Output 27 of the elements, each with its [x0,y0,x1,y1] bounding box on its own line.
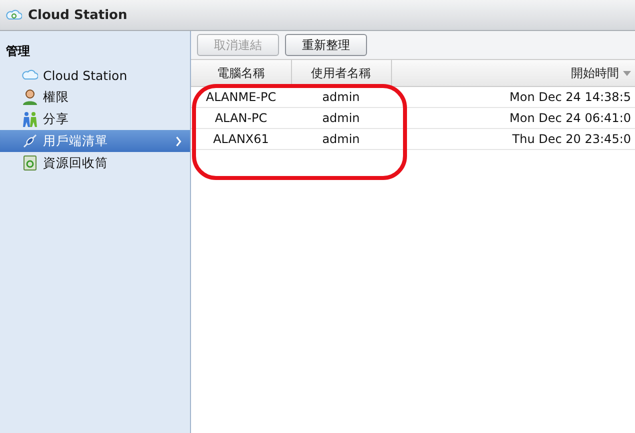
sidebar-item[interactable]: 權限 [0,86,190,108]
user-icon [22,89,38,105]
toolbar-button[interactable]: 重新整理 [285,34,367,56]
table-cell: Mon Dec 24 14:38:5 [391,86,635,108]
sidebar-item[interactable]: Cloud Station [0,64,190,86]
sort-down-icon [623,70,631,76]
chevron-right-icon [175,136,182,146]
column-header[interactable]: 開始時間 [391,60,635,86]
plug-icon [22,133,38,149]
sidebar-item[interactable]: 資源回收筒 [0,152,190,174]
table-cell: ALAN-PC [191,108,291,128]
sidebar-item[interactable]: 用戶端清單 [0,130,190,152]
recycle-bin-icon [22,155,38,171]
column-label: 開始時間 [571,66,620,80]
table-cell: admin [291,108,391,128]
table-cell: Thu Dec 20 23:45:0 [391,128,635,150]
sidebar-heading: 管理 [5,43,31,60]
table-cell: admin [291,128,391,150]
people-icon [22,111,38,127]
table-cell: ALANX61 [191,128,291,150]
table-cell: admin [291,86,391,108]
column-header[interactable]: 電腦名稱 [191,60,291,86]
table-cell: Mon Dec 24 06:41:0 [391,108,635,128]
sidebar-item[interactable]: 分享 [0,108,190,130]
window-title: Cloud Station [28,8,128,22]
column-label: 使用者名稱 [311,66,371,80]
column-label: 電腦名稱 [216,66,265,80]
